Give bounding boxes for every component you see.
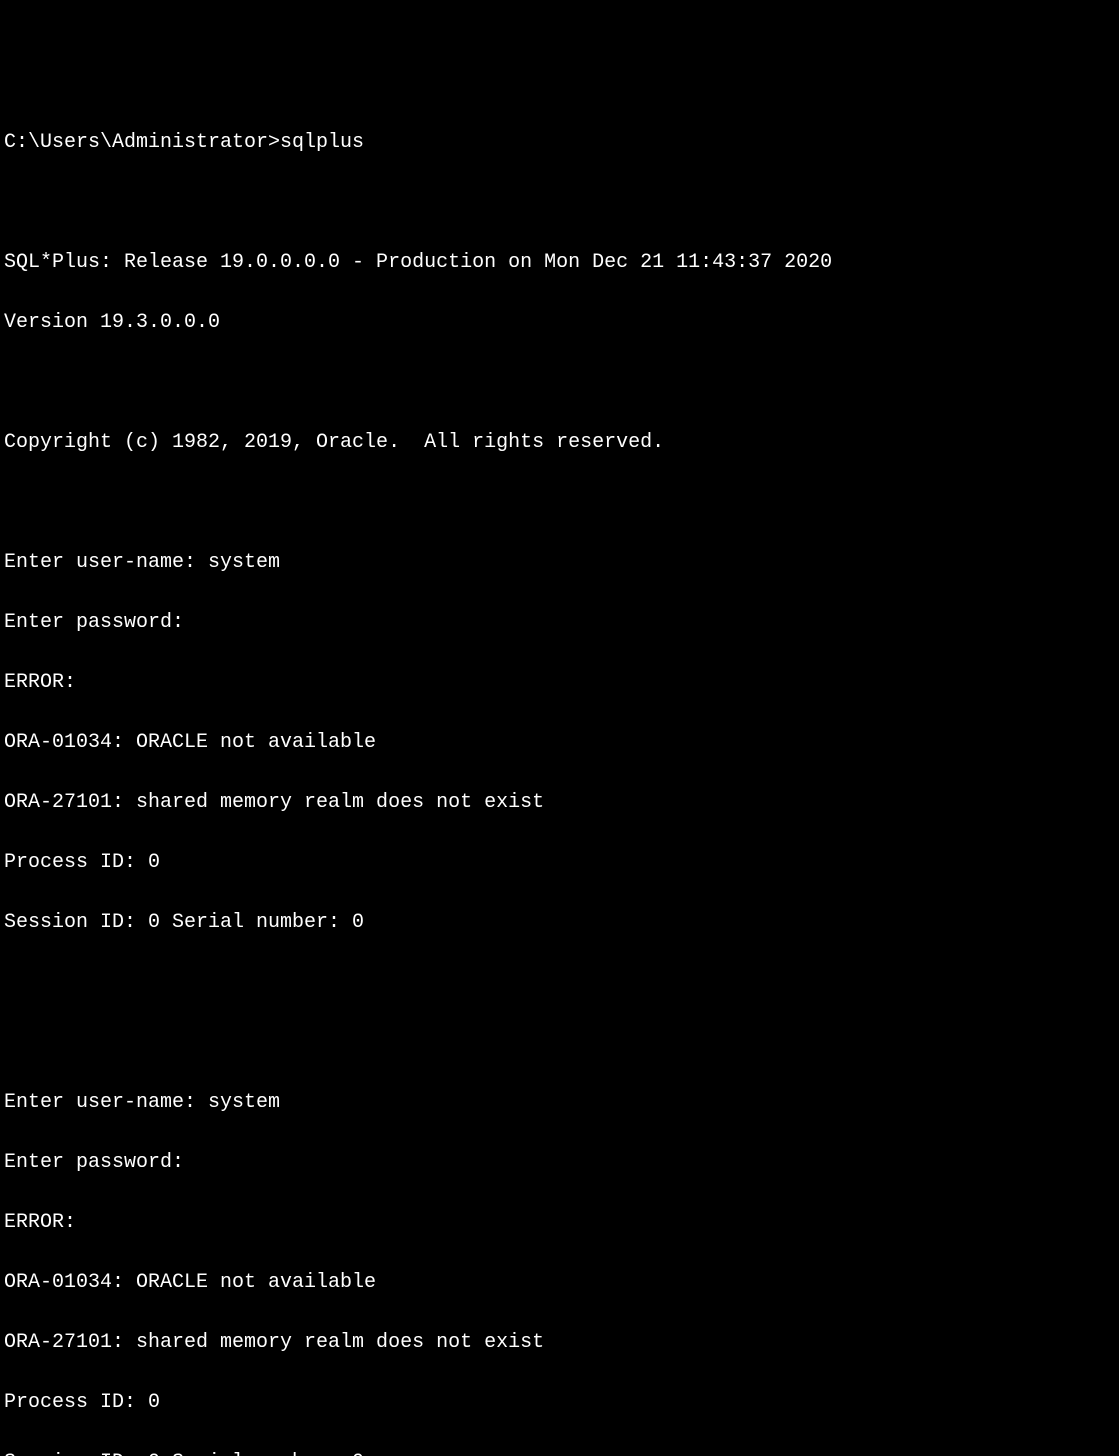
username-value: system (208, 551, 280, 574)
username-prompt-line[interactable]: Enter user-name: system (4, 1088, 1115, 1118)
blank-line (4, 188, 1115, 218)
sqlplus-banner-release: SQL*Plus: Release 19.0.0.0.0 - Productio… (4, 248, 1115, 278)
blank-line (4, 368, 1115, 398)
session-id-line: Session ID: 0 Serial number: 0 (4, 1448, 1115, 1456)
command-input: sqlplus (280, 131, 364, 154)
blank-line (4, 488, 1115, 518)
error-ora-27101: ORA-27101: shared memory realm does not … (4, 788, 1115, 818)
username-prompt-label: Enter user-name: (4, 551, 208, 574)
error-ora-27101: ORA-27101: shared memory realm does not … (4, 1328, 1115, 1358)
process-id-line: Process ID: 0 (4, 848, 1115, 878)
copyright-line: Copyright (c) 1982, 2019, Oracle. All ri… (4, 428, 1115, 458)
process-id-line: Process ID: 0 (4, 1388, 1115, 1418)
error-label: ERROR: (4, 668, 1115, 698)
username-prompt-label: Enter user-name: (4, 1091, 208, 1114)
username-value: system (208, 1091, 280, 1114)
session-id-line: Session ID: 0 Serial number: 0 (4, 908, 1115, 938)
error-ora-01034: ORA-01034: ORACLE not available (4, 728, 1115, 758)
password-prompt-line[interactable]: Enter password: (4, 1148, 1115, 1178)
sqlplus-banner-version: Version 19.3.0.0.0 (4, 308, 1115, 338)
blank-line (4, 1028, 1115, 1058)
prompt-path: C:\Users\Administrator> (4, 131, 280, 154)
blank-line (4, 968, 1115, 998)
command-prompt-line[interactable]: C:\Users\Administrator>sqlplus (4, 128, 1115, 158)
error-label: ERROR: (4, 1208, 1115, 1238)
password-prompt-line[interactable]: Enter password: (4, 608, 1115, 638)
username-prompt-line[interactable]: Enter user-name: system (4, 548, 1115, 578)
error-ora-01034: ORA-01034: ORACLE not available (4, 1268, 1115, 1298)
